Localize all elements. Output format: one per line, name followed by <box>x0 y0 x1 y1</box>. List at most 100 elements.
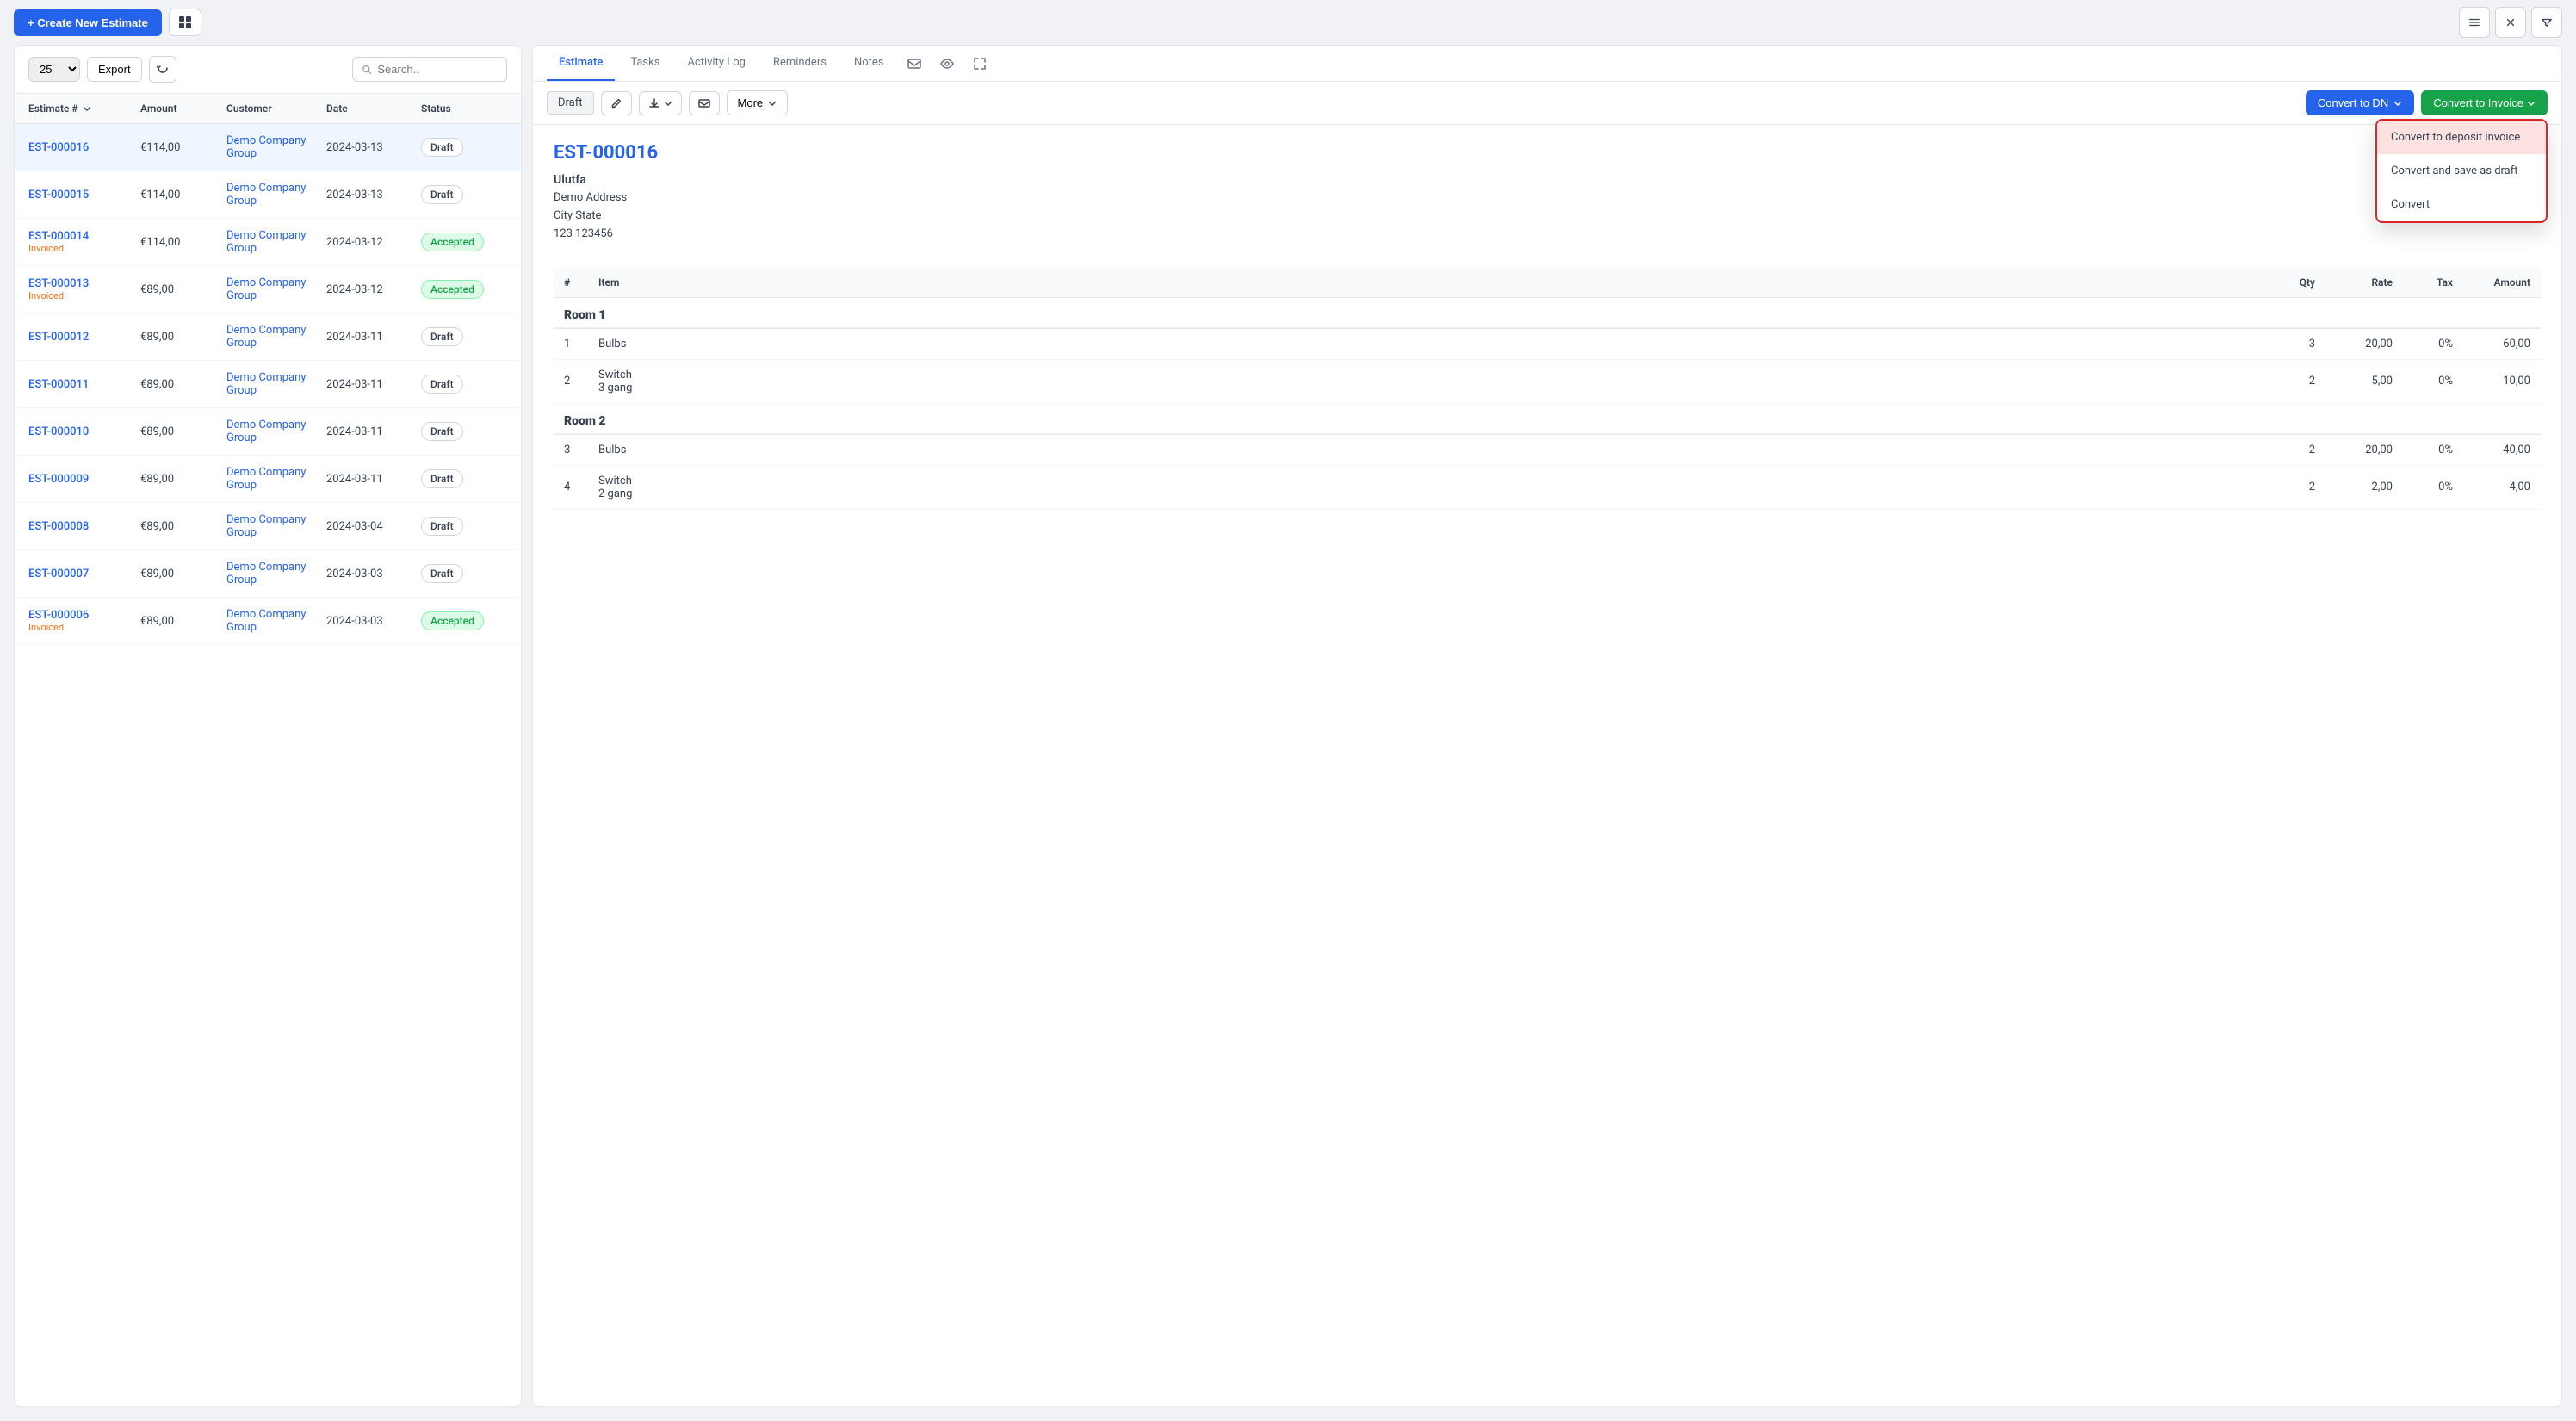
create-estimate-button[interactable]: + Create New Estimate <box>14 9 162 36</box>
table-row[interactable]: EST-000007 €89,00 Demo Company Group 202… <box>15 550 521 598</box>
estimate-link[interactable]: EST-000007 <box>28 568 89 580</box>
estimate-id-cell: EST-000009 <box>28 473 140 486</box>
customer-cell[interactable]: Demo Company Group <box>226 561 326 586</box>
address-line2: City State <box>554 208 658 226</box>
customer-cell[interactable]: Demo Company Group <box>226 513 326 539</box>
right-panel: Estimate Tasks Activity Log Reminders No… <box>532 45 2562 1407</box>
dropdown-item-save-draft[interactable]: Convert and save as draft <box>2377 154 2546 188</box>
address-line3: 123 123456 <box>554 226 658 244</box>
refresh-button[interactable] <box>149 56 176 83</box>
customer-cell[interactable]: Demo Company Group <box>226 276 326 302</box>
eye-tab-icon[interactable] <box>932 47 962 80</box>
envelope-icon <box>907 56 922 71</box>
dropdown-item-convert[interactable]: Convert <box>2377 188 2546 221</box>
item-row: 2 Switch3 gang 2 5,00 0% 10,00 <box>554 359 2541 403</box>
estimate-link[interactable]: EST-000016 <box>28 141 89 154</box>
col-customer: Customer <box>226 102 326 115</box>
download-button[interactable] <box>639 91 682 115</box>
item-name: Bulbs <box>588 434 2265 465</box>
right-toolbar: Draft <box>533 82 2561 125</box>
per-page-select[interactable]: 25 50 100 <box>28 57 80 82</box>
table-row[interactable]: EST-000009 €89,00 Demo Company Group 202… <box>15 456 521 503</box>
estimate-link[interactable]: EST-000012 <box>28 331 89 344</box>
customer-cell[interactable]: Demo Company Group <box>226 419 326 444</box>
filter-button[interactable] <box>2531 7 2562 38</box>
item-name: Switch3 gang <box>588 359 2265 403</box>
table-row[interactable]: EST-000008 €89,00 Demo Company Group 202… <box>15 503 521 550</box>
item-row: 1 Bulbs 3 20,00 0% 60,00 <box>554 328 2541 359</box>
item-qty: 2 <box>2265 465 2325 509</box>
table-row[interactable]: EST-000006 Invoiced €89,00 Demo Company … <box>15 598 521 645</box>
columns-button[interactable] <box>2459 7 2490 38</box>
status-cell: Accepted <box>421 611 507 630</box>
customer-cell[interactable]: Demo Company Group <box>226 324 326 350</box>
estimate-link[interactable]: EST-000006 <box>28 609 89 622</box>
filter-icon <box>2541 16 2553 29</box>
chevron-down-icon <box>664 99 672 108</box>
table-row[interactable]: EST-000013 Invoiced €89,00 Demo Company … <box>15 266 521 313</box>
estimate-id-cell: EST-000015 <box>28 189 140 202</box>
status-badge: Draft <box>421 469 463 488</box>
customer-cell[interactable]: Demo Company Group <box>226 134 326 160</box>
search-input[interactable] <box>377 63 498 76</box>
item-num: 4 <box>554 465 588 509</box>
table-row[interactable]: EST-000011 €89,00 Demo Company Group 202… <box>15 361 521 408</box>
customer-cell[interactable]: Demo Company Group <box>226 466 326 492</box>
estimate-link[interactable]: EST-000009 <box>28 473 89 486</box>
estimate-link[interactable]: EST-000015 <box>28 189 89 202</box>
address-line1: Demo Address <box>554 189 658 208</box>
table-row[interactable]: EST-000014 Invoiced €114,00 Demo Company… <box>15 219 521 266</box>
status-badge: Accepted <box>421 611 484 630</box>
estimate-link[interactable]: EST-000013 <box>28 277 89 290</box>
email-button[interactable] <box>689 91 720 115</box>
status-cell: Draft <box>421 469 507 488</box>
amount-cell: €114,00 <box>140 236 226 249</box>
right-content: EST-000016 Ulutfa Demo Address City Stat… <box>533 125 2561 1406</box>
customer-name: Ulutfa <box>554 171 658 189</box>
tab-tasks[interactable]: Tasks <box>618 46 672 81</box>
estimate-id-cell: EST-000006 Invoiced <box>28 609 140 633</box>
tab-reminders[interactable]: Reminders <box>761 46 839 81</box>
status-cell: Draft <box>421 422 507 441</box>
status-badge: Accepted <box>421 280 484 299</box>
grid-view-button[interactable] <box>169 9 201 36</box>
tab-activity-log[interactable]: Activity Log <box>675 46 758 81</box>
table-row[interactable]: EST-000016 €114,00 Demo Company Group 20… <box>15 124 521 171</box>
tab-estimate[interactable]: Estimate <box>547 46 615 81</box>
estimate-link[interactable]: EST-000014 <box>28 230 89 243</box>
invoice-chevron-icon <box>2527 99 2536 108</box>
grid-icon <box>178 16 192 29</box>
item-amount: 4,00 <box>2463 465 2541 509</box>
status-badge: Draft <box>421 185 463 204</box>
email-tab-icon[interactable] <box>900 47 929 80</box>
convert-invoice-button[interactable]: Convert to Invoice <box>2421 90 2548 115</box>
table-row[interactable]: EST-000010 €89,00 Demo Company Group 202… <box>15 408 521 456</box>
table-row[interactable]: EST-000012 €89,00 Demo Company Group 202… <box>15 313 521 361</box>
convert-dn-button[interactable]: Convert to DN <box>2306 90 2414 115</box>
item-num: 3 <box>554 434 588 465</box>
table-row[interactable]: EST-000015 €114,00 Demo Company Group 20… <box>15 171 521 219</box>
items-table-header-row: # Item Qty Rate Tax Amount <box>554 268 2541 298</box>
item-rate: 5,00 <box>2325 359 2403 403</box>
edit-button[interactable] <box>601 91 632 115</box>
estimate-info: EST-000016 Ulutfa Demo Address City Stat… <box>554 142 658 244</box>
sort-button[interactable] <box>2495 7 2526 38</box>
status-badge: Draft <box>421 517 463 536</box>
customer-cell[interactable]: Demo Company Group <box>226 229 326 255</box>
customer-cell[interactable]: Demo Company Group <box>226 608 326 634</box>
search-box <box>352 57 507 82</box>
right-tabs: Estimate Tasks Activity Log Reminders No… <box>533 46 2561 82</box>
customer-cell[interactable]: Demo Company Group <box>226 371 326 397</box>
col-estimate-num[interactable]: Estimate # <box>28 102 140 115</box>
fullscreen-tab-icon[interactable] <box>965 47 994 80</box>
dropdown-item-deposit[interactable]: Convert to deposit invoice <box>2377 121 2546 154</box>
estimate-link[interactable]: EST-000008 <box>28 520 89 533</box>
date-cell: 2024-03-12 <box>326 236 421 249</box>
amount-cell: €89,00 <box>140 615 226 628</box>
export-button[interactable]: Export <box>87 57 142 82</box>
estimate-link[interactable]: EST-000011 <box>28 378 89 391</box>
estimate-link[interactable]: EST-000010 <box>28 425 89 438</box>
more-button[interactable]: More <box>727 90 789 115</box>
customer-cell[interactable]: Demo Company Group <box>226 182 326 208</box>
tab-notes[interactable]: Notes <box>842 46 896 81</box>
